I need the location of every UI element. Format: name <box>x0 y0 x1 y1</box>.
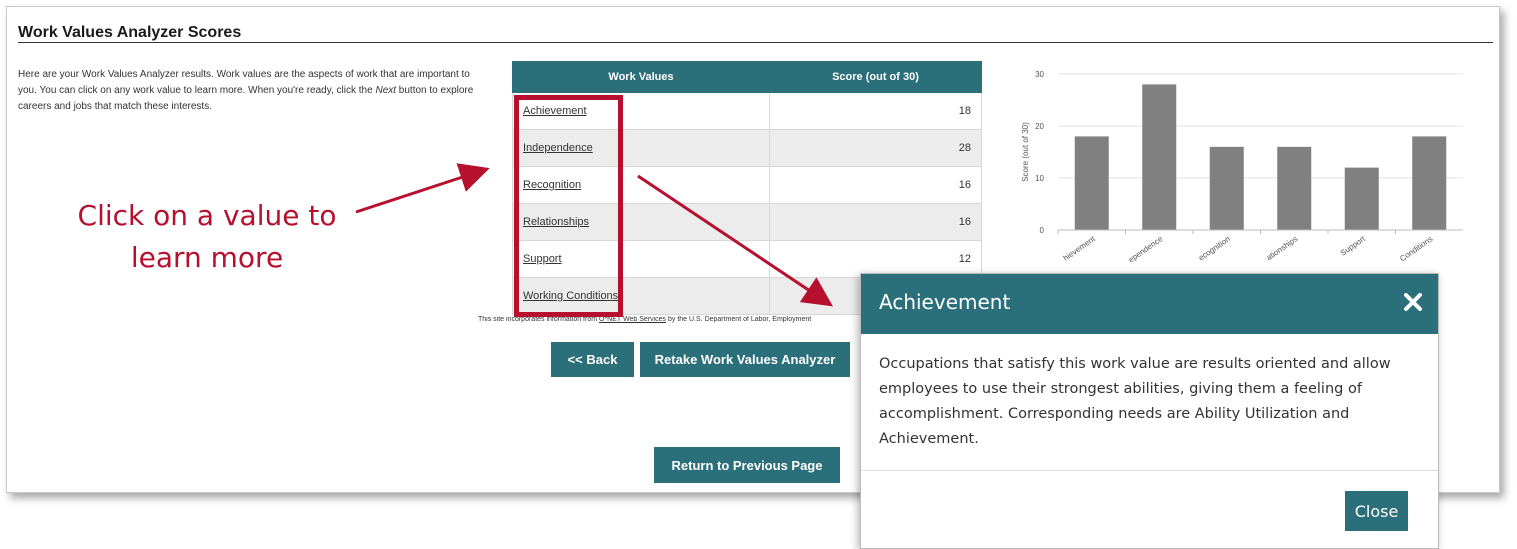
close-icon[interactable] <box>1401 289 1425 315</box>
arrow-to-values <box>355 163 490 214</box>
arrow-to-modal <box>637 174 833 307</box>
modal-close-button[interactable]: Close <box>1345 491 1408 531</box>
modal-title: Achievement <box>879 290 1011 314</box>
modal-header: Achievement <box>861 274 1438 334</box>
modal-description: Occupations that satisfy this work value… <box>879 356 1391 447</box>
achievement-modal: Achievement Occupations that satisfy thi… <box>860 273 1439 549</box>
modal-divider <box>861 470 1438 471</box>
